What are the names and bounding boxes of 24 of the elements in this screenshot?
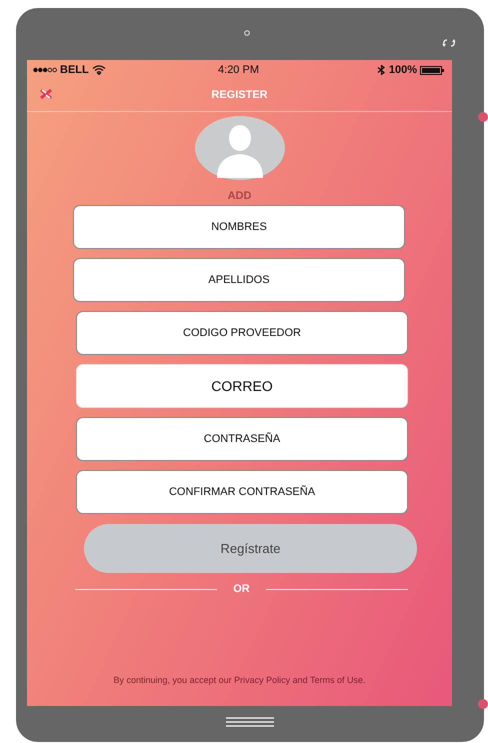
edge-marker — [478, 699, 488, 709]
battery-icon — [420, 66, 444, 74]
bluetooth-icon — [376, 65, 386, 75]
terms-notice: By continuing, you accept our Privacy Policy and Terms of Use. — [112, 675, 366, 685]
screen-title: REGISTER — [211, 88, 268, 100]
text-field[interactable]: CONFIRMAR CONTRASEÑA — [76, 470, 408, 514]
text-field[interactable]: NOMBRES — [73, 205, 405, 249]
register-button[interactable]: Regístrate — [84, 524, 417, 573]
camera-icon — [244, 30, 250, 36]
text-field[interactable]: CODIGO PROVEEDOR — [76, 311, 408, 355]
wifi-icon — [92, 65, 106, 75]
close-button[interactable] — [39, 88, 53, 100]
text-field[interactable]: CORREO — [76, 364, 408, 408]
rotate-icon — [441, 38, 457, 48]
edge-marker — [478, 112, 488, 122]
home-button-icon[interactable] — [226, 717, 274, 727]
avatar-placeholder[interactable] — [194, 116, 284, 180]
clock-time: 4:20 PM — [218, 64, 259, 76]
text-field[interactable]: CONTRASEÑA — [76, 417, 408, 461]
signal-icon — [33, 67, 57, 73]
or-label: OR — [233, 583, 250, 595]
carrier-name: BELL — [60, 64, 89, 76]
battery-percent: 100% — [388, 64, 417, 76]
text-field[interactable]: APELLIDOS — [73, 258, 405, 302]
